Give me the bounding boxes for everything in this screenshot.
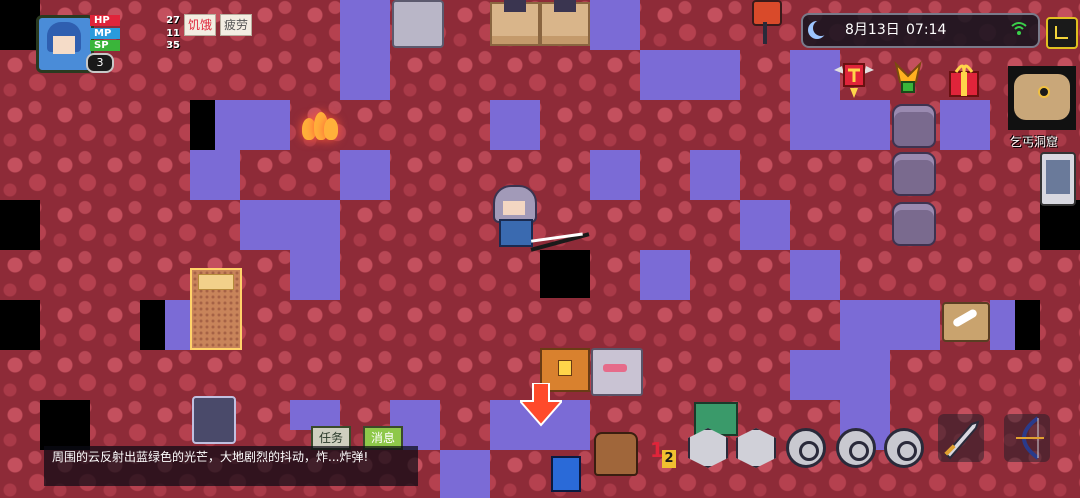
weapon-slot-melee[interactable] [938,414,984,462]
floor-tile [165,300,190,350]
hotkey-1-2-icon[interactable]: 12 [646,438,678,470]
mp-label: MP [90,28,120,39]
book-icon[interactable] [551,456,581,492]
floor-tile [640,250,690,300]
storage-jar[interactable] [892,202,936,246]
floor-tile [690,150,740,200]
phone-icon[interactable] [1040,152,1076,206]
floor-tile [840,100,890,150]
wall-hook[interactable] [192,396,236,444]
void-tile [0,0,40,50]
sp-label: SP [90,40,120,51]
hp-label: HP [90,15,120,26]
rank-medal-icon[interactable] [832,60,876,100]
moon-icon [813,20,829,36]
void-tile [0,300,40,350]
time-text: 07:14 [906,22,947,38]
clock-panel: 8月13日 07:14 [801,13,1040,48]
void-tile [190,100,215,150]
floor-tile [490,100,540,150]
backpack-icon[interactable] [594,432,638,476]
void-tile [40,400,90,450]
crate[interactable] [490,0,540,46]
mp-bar: MP 11 [90,28,180,39]
floor-tile [840,300,940,350]
void-tile [540,250,590,298]
sp-bar: SP 35 [90,40,180,51]
floor-tile [840,350,890,400]
exit-button[interactable] [1046,17,1078,49]
hp-bar: HP 27 [90,15,180,26]
void-tile [140,300,165,350]
floor-tile [340,150,390,200]
floor-tile [190,150,240,200]
sp-value: 35 [166,40,180,51]
floor-tile [590,150,640,200]
storage-jar[interactable] [892,104,936,148]
mp-value: 11 [166,28,180,39]
sword-icon [944,420,980,460]
minimap[interactable] [1008,66,1076,130]
zoom-in-icon[interactable] [836,428,876,468]
floor-tile [990,300,1015,350]
gift-icon[interactable] [942,60,986,100]
void-tile [1040,200,1080,250]
storage-jar[interactable] [892,152,936,196]
message-log[interactable]: 周围的云反射出蓝绿色的光芒，大地剧烈的抖动，炸...炸弹! [44,446,418,486]
bone-box[interactable] [942,302,990,342]
brazier [752,0,782,48]
scroll-icon[interactable] [694,402,738,436]
level-badge: 3 [86,53,114,73]
status-hungry[interactable]: 饥饿 [184,14,217,36]
down-arrow-icon[interactable] [520,383,562,427]
trophy-icon[interactable] [886,60,930,100]
void-tile [0,200,40,250]
floor-tile [790,350,840,400]
bow-icon [1016,416,1044,460]
bed[interactable] [190,268,242,350]
status-tired[interactable]: 疲劳 [220,14,253,36]
floor-tile [740,200,790,250]
stove[interactable] [591,348,643,396]
floor-tile [215,100,290,150]
zoom-out-icon[interactable] [786,428,826,468]
fridge[interactable] [392,0,444,48]
date-text: 8月13日 [845,22,900,38]
hp-value: 27 [166,15,180,26]
map-name: 乞丐洞窟 [1010,135,1059,149]
floor-tile [440,450,490,498]
wifi-icon [1011,22,1027,35]
floor-tile [790,250,840,300]
campfire[interactable] [296,102,342,144]
swap-icon[interactable] [884,428,924,468]
weapon-slot-ranged[interactable] [1004,414,1050,462]
floor-tile [340,0,390,100]
void-tile [1015,300,1040,350]
floor-tile [240,200,340,250]
floor-tile [940,100,990,150]
floor-tile [640,50,740,100]
floor-tile [290,250,340,300]
crate[interactable] [540,0,590,46]
floor-tile [590,0,640,50]
